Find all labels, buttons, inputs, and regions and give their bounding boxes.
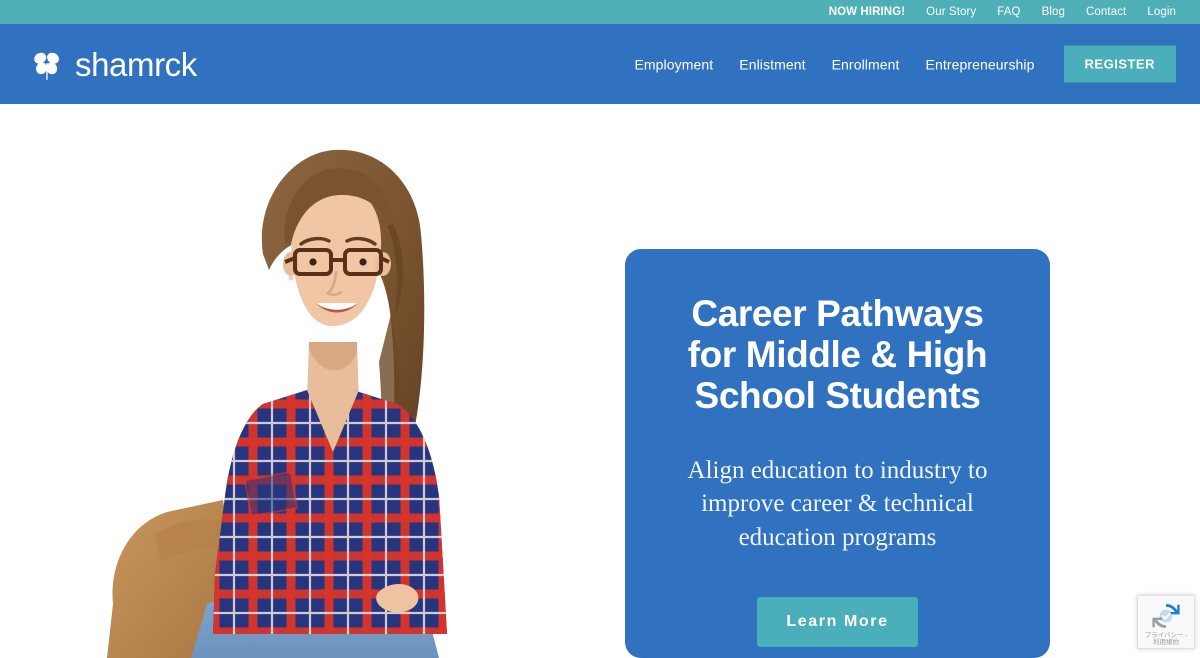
hero-subtitle-line-2: improve career & technical: [701, 490, 974, 518]
main-nav: Employment Enlistment Enrollment Entrepr…: [621, 45, 1176, 83]
brand-logo-link[interactable]: shamrck: [30, 47, 197, 81]
hero-subtitle: Align education to industry to improve c…: [655, 454, 1020, 554]
topbar-link-contact[interactable]: Contact: [1086, 0, 1126, 24]
hero-student-photo: [95, 104, 565, 658]
nav-link-entrepreneurship[interactable]: Entrepreneurship: [913, 56, 1048, 72]
hero-title-line-3: School Students: [694, 375, 981, 417]
recaptcha-badge[interactable]: プライバシー - 利用規約: [1137, 595, 1195, 649]
site-header: shamrck Employment Enlistment Enrollment…: [0, 24, 1200, 104]
recaptcha-terms-text[interactable]: 利用規約: [1153, 640, 1179, 647]
recaptcha-privacy-text[interactable]: プライバシー -: [1145, 632, 1187, 639]
topbar-link-login[interactable]: Login: [1147, 0, 1176, 24]
hero-subtitle-line-3: education programs: [738, 523, 937, 551]
recaptcha-logo-icon: [1152, 604, 1180, 628]
hero-subtitle-line-1: Align education to industry to: [687, 457, 988, 485]
top-utility-nav: NOW HIRING! Our Story FAQ Blog Contact L…: [829, 0, 1176, 24]
top-utility-bar: NOW HIRING! Our Story FAQ Blog Contact L…: [0, 0, 1200, 24]
brand-name: shamrck: [75, 45, 197, 83]
topbar-link-our-story[interactable]: Our Story: [926, 0, 976, 24]
nav-link-enrollment[interactable]: Enrollment: [819, 56, 913, 72]
page-root: NOW HIRING! Our Story FAQ Blog Contact L…: [0, 0, 1200, 658]
register-button[interactable]: REGISTER: [1063, 45, 1176, 83]
learn-more-button[interactable]: Learn More: [757, 596, 918, 647]
hero-card: Career Pathways for Middle & High School…: [625, 249, 1050, 658]
nav-link-employment[interactable]: Employment: [621, 56, 726, 72]
hero-title: Career Pathways for Middle & High School…: [655, 293, 1020, 416]
hero-title-line-1: Career Pathways: [691, 293, 984, 334]
topbar-link-faq[interactable]: FAQ: [997, 0, 1020, 24]
hero-title-line-2: for Middle & High: [687, 334, 988, 376]
shamrock-clover-icon: [34, 52, 59, 80]
topbar-link-now-hiring[interactable]: NOW HIRING!: [829, 0, 905, 24]
topbar-link-blog[interactable]: Blog: [1042, 0, 1065, 24]
hero-section: Career Pathways for Middle & High School…: [0, 104, 1200, 658]
nav-link-enlistment[interactable]: Enlistment: [726, 56, 818, 72]
